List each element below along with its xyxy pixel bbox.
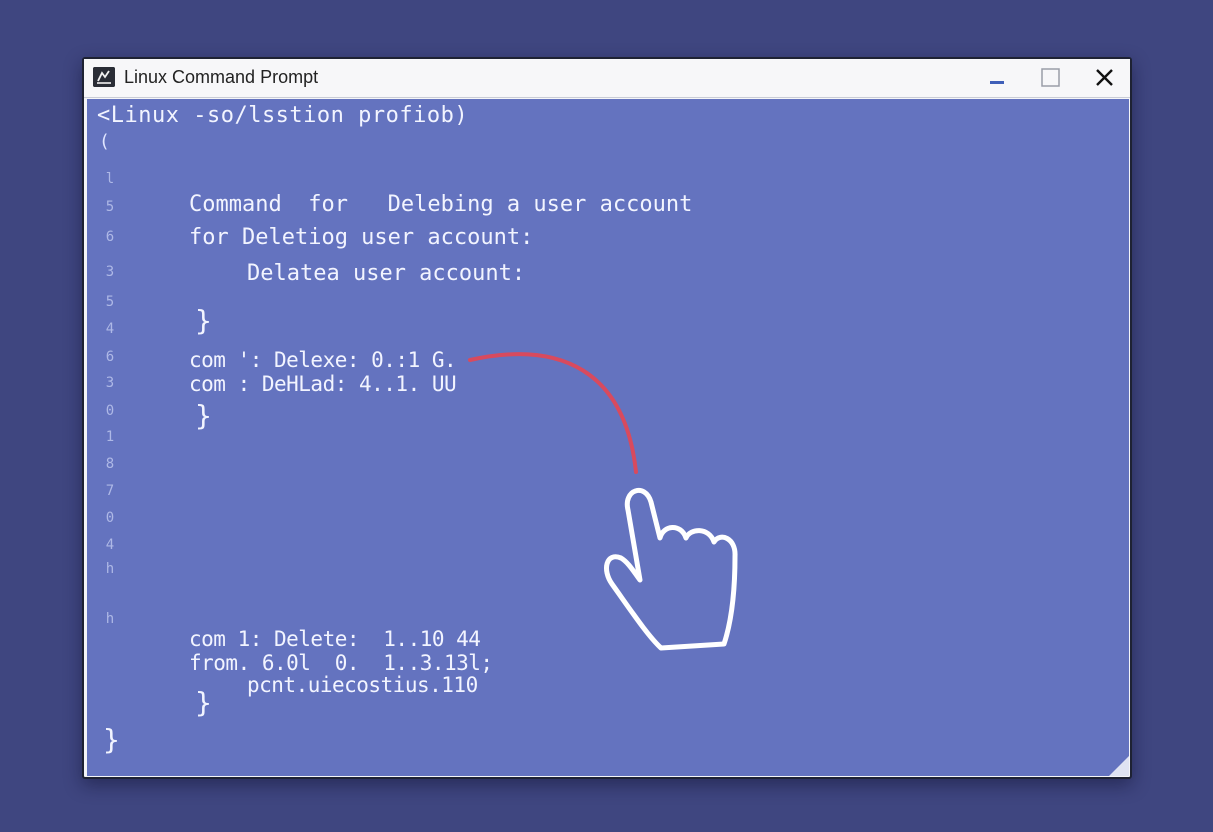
gutter-line-number: h (105, 561, 115, 577)
gutter-line-number: 8 (105, 456, 115, 472)
block1-close-brace: } (195, 304, 212, 337)
gutter-line-number: 5 (105, 199, 115, 215)
final-close-brace: } (103, 723, 120, 756)
maximize-button[interactable] (1031, 64, 1071, 92)
gutter-line-number: 6 (105, 349, 115, 365)
gutter-line-number: 4 (105, 321, 115, 337)
gutter-line-number: l (105, 171, 115, 187)
block1-line1: Command for Delebing a user account (189, 192, 693, 217)
minimize-button[interactable] (977, 64, 1017, 92)
gutter-line-number: 0 (105, 510, 115, 526)
gutter-line-number: 0 (105, 403, 115, 419)
gutter-line-number: 3 (105, 264, 115, 280)
block3-close-brace: } (195, 686, 212, 719)
window-title: Linux Command Prompt (124, 67, 319, 87)
block3-line3: pcnt.uiecostius.110 (247, 673, 478, 697)
minimize-icon (990, 81, 1004, 84)
terminal-header-line: <Linux -so/lsstion profiob) (97, 103, 469, 128)
title-bar[interactable]: Linux Command Prompt (84, 59, 1130, 98)
block2-close-brace: } (195, 399, 212, 432)
block2-line1: com ': Delexe: 0.:1 G. (189, 348, 457, 372)
gutter-line-number: 6 (105, 229, 115, 245)
block2-line2: com : DeHLad: 4..1. UU (189, 372, 457, 396)
close-button[interactable] (1085, 64, 1125, 92)
resize-grip-icon[interactable] (1107, 754, 1129, 776)
terminal-output[interactable]: <Linux -so/lsstion profiob) ( l 5 6 3 5 4 6 3 0 1… (87, 99, 1129, 776)
gutter-line-number: 1 (105, 429, 115, 445)
block3-line1: com 1: Delete: 1..10 44 (189, 627, 481, 651)
maximize-icon (1041, 68, 1060, 87)
block1-line2: for Deletiog user account: (189, 225, 534, 250)
close-icon (1096, 69, 1113, 86)
terminal-icon (93, 67, 115, 87)
gutter-line-number: h (105, 611, 115, 627)
block1-line3: Delatea user account: (247, 261, 526, 286)
gutter-line-number: 4 (105, 537, 115, 553)
gutter-line-number: 7 (105, 483, 115, 499)
gutter-line-number: 3 (105, 375, 115, 391)
terminal-window: Linux Command Prompt <Linux -so/lsstion … (82, 57, 1132, 779)
gutter-line-number: 5 (105, 294, 115, 310)
terminal-header-sub: ( (99, 131, 110, 152)
